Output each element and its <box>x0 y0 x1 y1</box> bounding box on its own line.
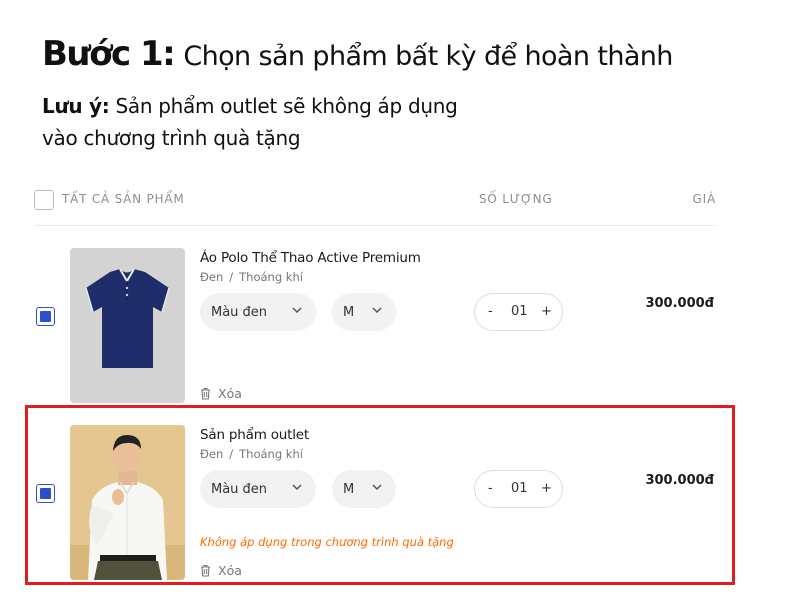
step-label: Bước 1: <box>42 34 176 74</box>
product-variant: Đen / Thoáng khí <box>200 270 303 284</box>
variant-color: Đen <box>200 270 224 284</box>
note-line-1: Sản phẩm outlet sẽ không áp dụng <box>115 94 458 118</box>
size-select-value: M <box>343 304 355 320</box>
note-label: Lưu ý: <box>42 94 110 118</box>
polo-shirt-image <box>85 268 170 368</box>
item-price: 300.000đ <box>645 296 714 311</box>
product-image <box>70 248 185 403</box>
highlight-frame <box>25 405 735 585</box>
cart-table-header: TẤT CẢ SẢN PHẨM SỐ LƯỢNG GIÁ <box>34 187 716 226</box>
chevron-down-icon <box>292 307 302 314</box>
variant-feature: Thoáng khí <box>239 270 303 284</box>
chevron-down-icon <box>372 307 382 314</box>
cart-item: Áo Polo Thể Thao Active Premium Đen / Thoá… <box>34 248 724 413</box>
size-select[interactable]: M <box>332 293 396 331</box>
quantity-decrease-button[interactable]: - <box>488 304 493 319</box>
delete-button[interactable]: Xóa <box>200 386 242 401</box>
quantity-value: 01 <box>511 304 528 319</box>
step-text: Chọn sản phẩm bất kỳ để hoàn thành <box>183 41 673 72</box>
quantity-stepper: - 01 + <box>474 293 563 331</box>
page-heading: Bước 1: Chọn sản phẩm bất kỳ để hoàn thà… <box>42 34 673 74</box>
product-name[interactable]: Áo Polo Thể Thao Active Premium <box>200 250 421 266</box>
select-all-checkbox[interactable] <box>34 190 54 210</box>
delete-label: Xóa <box>218 386 242 401</box>
note-line-2: vào chương trình quà tặng <box>42 126 301 150</box>
quantity-increase-button[interactable]: + <box>541 304 552 319</box>
item-checkbox[interactable] <box>36 307 55 326</box>
color-select-value: Màu đen <box>211 304 268 320</box>
note: Lưu ý: Sản phẩm outlet sẽ không áp dụng … <box>42 90 458 154</box>
quantity-header: SỐ LƯỢNG <box>479 192 553 206</box>
color-select[interactable]: Màu đen <box>200 293 316 331</box>
price-header: GIÁ <box>692 192 716 206</box>
trash-icon <box>201 387 210 400</box>
select-all-label: TẤT CẢ SẢN PHẨM <box>62 192 185 206</box>
